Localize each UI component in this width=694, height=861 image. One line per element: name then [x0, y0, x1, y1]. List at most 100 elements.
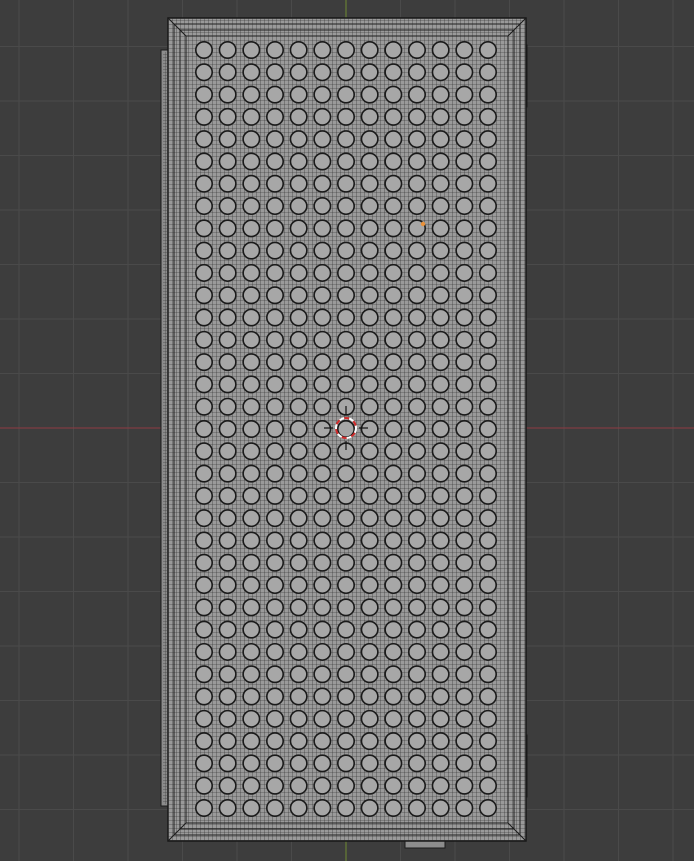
hole: [313, 754, 332, 773]
hole: [384, 397, 403, 416]
hole: [360, 442, 379, 461]
hole: [360, 375, 379, 394]
hole: [218, 107, 237, 126]
hole: [336, 486, 355, 505]
hole: [360, 776, 379, 795]
hole: [218, 798, 237, 817]
hole: [336, 263, 355, 282]
hole: [431, 620, 450, 639]
hole: [195, 687, 214, 706]
hole: [455, 330, 474, 349]
hole: [313, 509, 332, 528]
hole: [265, 709, 284, 728]
hole: [384, 687, 403, 706]
hole: [265, 353, 284, 372]
hole: [407, 152, 426, 171]
hole: [313, 375, 332, 394]
hole: [336, 152, 355, 171]
hole: [218, 754, 237, 773]
hole: [336, 464, 355, 483]
hole: [195, 576, 214, 595]
hole: [242, 197, 261, 216]
hole: [195, 754, 214, 773]
hole: [289, 130, 308, 149]
hole: [384, 353, 403, 372]
hole: [360, 553, 379, 572]
hole: [313, 642, 332, 661]
hole: [384, 63, 403, 82]
hole: [384, 263, 403, 282]
hole: [313, 576, 332, 595]
hole: [360, 687, 379, 706]
hole: [407, 308, 426, 327]
hole: [265, 464, 284, 483]
hole: [431, 442, 450, 461]
hole: [478, 152, 497, 171]
perforated-panel-mesh[interactable]: [167, 17, 527, 842]
hole: [431, 241, 450, 260]
hole: [407, 486, 426, 505]
hole: [478, 754, 497, 773]
hole: [265, 375, 284, 394]
hole: [195, 531, 214, 550]
hole: [336, 219, 355, 238]
hole: [336, 174, 355, 193]
hole: [289, 174, 308, 193]
hole: [455, 197, 474, 216]
hole: [218, 85, 237, 104]
hole: [431, 353, 450, 372]
hole: [431, 732, 450, 751]
hole: [218, 219, 237, 238]
hole: [336, 63, 355, 82]
hole: [360, 197, 379, 216]
hole: [431, 40, 450, 59]
hole: [455, 397, 474, 416]
hole: [478, 130, 497, 149]
hole: [336, 687, 355, 706]
hole: [242, 174, 261, 193]
hole: [289, 263, 308, 282]
hole: [455, 63, 474, 82]
hole: [313, 219, 332, 238]
hole: [218, 620, 237, 639]
hole: [360, 63, 379, 82]
hole: [195, 353, 214, 372]
hole: [242, 419, 261, 438]
hole: [289, 419, 308, 438]
hole: [242, 464, 261, 483]
3d-viewport[interactable]: [0, 0, 694, 861]
hole: [336, 107, 355, 126]
hole: [336, 330, 355, 349]
hole: [289, 353, 308, 372]
hole: [265, 219, 284, 238]
hole: [407, 375, 426, 394]
hole: [360, 174, 379, 193]
hole: [360, 286, 379, 305]
hole: [289, 642, 308, 661]
hole: [384, 442, 403, 461]
hole: [407, 85, 426, 104]
hole: [384, 286, 403, 305]
hole: [265, 107, 284, 126]
hole: [384, 732, 403, 751]
hole: [242, 63, 261, 82]
hole: [313, 85, 332, 104]
hole: [407, 576, 426, 595]
hole: [407, 464, 426, 483]
hole: [360, 219, 379, 238]
hole: [478, 553, 497, 572]
hole: [195, 397, 214, 416]
hole: [407, 286, 426, 305]
hole: [407, 107, 426, 126]
hole: [195, 286, 214, 305]
hole: [218, 776, 237, 795]
hole: [195, 40, 214, 59]
selected-vertex[interactable]: [420, 221, 426, 227]
hole: [265, 197, 284, 216]
hole: [407, 754, 426, 773]
hole: [336, 419, 355, 438]
hole: [431, 85, 450, 104]
hole: [265, 40, 284, 59]
hole: [407, 63, 426, 82]
hole: [407, 665, 426, 684]
